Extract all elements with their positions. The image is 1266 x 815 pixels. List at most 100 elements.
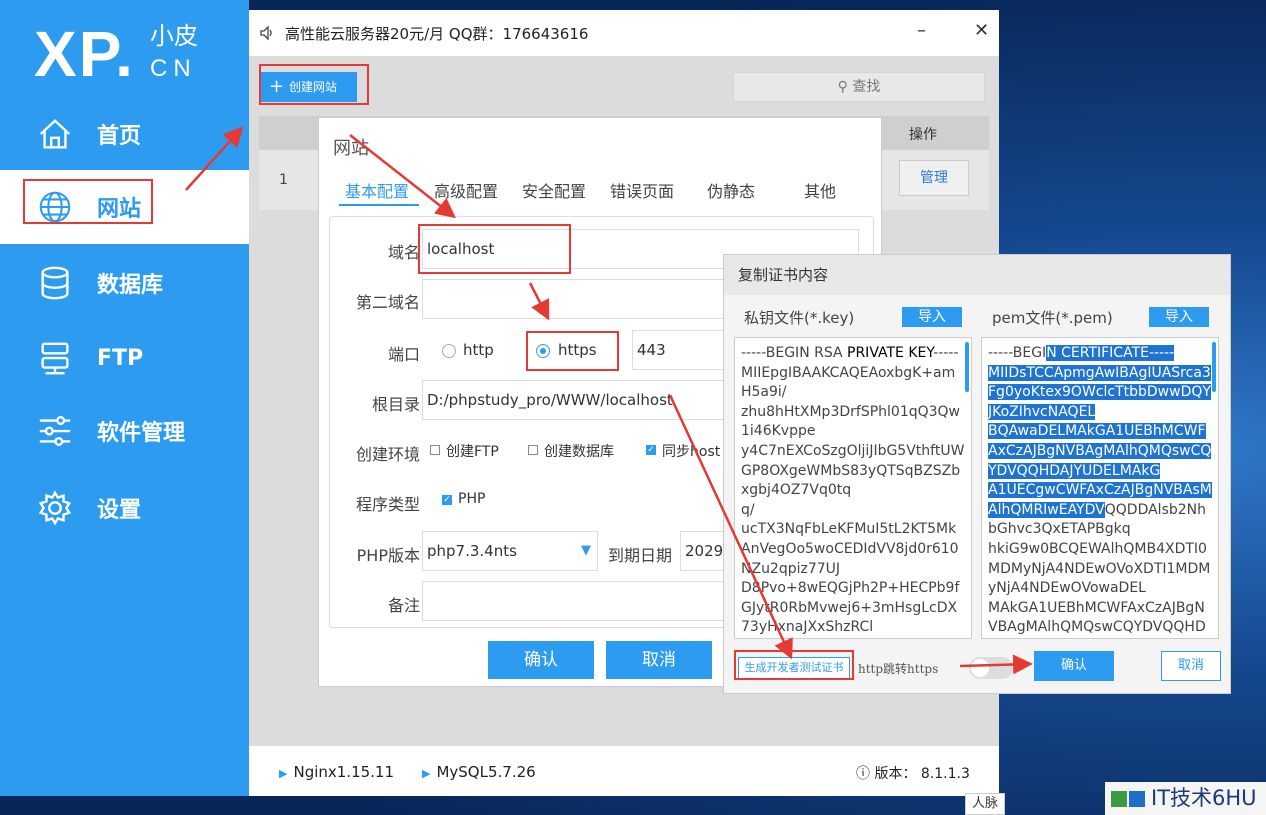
sync-host-label: 同步host [662, 444, 721, 460]
logo-cn-bottom: CN [150, 55, 197, 82]
cert-confirm-button[interactable]: 确认 [1034, 651, 1114, 681]
mysql-label: MySQL5.7.26 [436, 763, 536, 781]
key-suffix: ----- [933, 345, 959, 361]
certificate-dialog: 复制证书内容 私钥文件(*.key) 导入 pem文件(*.pem) 导入 --… [723, 254, 1231, 694]
pem-selected-text: N CERTIFICATE----- MIIDsTCCApmgAwIBAgIUA… [988, 345, 1212, 518]
sliders-icon [39, 416, 71, 446]
http-radio[interactable] [442, 344, 456, 358]
expire-input[interactable]: 2029- [680, 531, 728, 571]
sidebar-item-settings[interactable]: 设置 [0, 471, 249, 545]
window-title: 高性能云服务器20元/月 QQ群：176643616 [285, 25, 589, 43]
import-key-button[interactable]: 导入 [902, 307, 962, 327]
note-input[interactable] [422, 581, 727, 621]
tab-advanced[interactable]: 高级配置 [434, 178, 498, 202]
sidebar-item-software[interactable]: 软件管理 [0, 394, 249, 468]
watermark-text: IT技术6HU [1151, 786, 1257, 810]
close-button[interactable]: ✕ [974, 20, 989, 41]
import-pem-button[interactable]: 导入 [1149, 307, 1209, 327]
logo-cn-top: 小皮 [150, 23, 198, 50]
home-icon [39, 119, 71, 149]
key-body: MIIEpgIBAAKCAQEAoxbgK+amH5a9i/ zhu8hHtXM… [741, 364, 965, 636]
sync-host-checkbox[interactable]: ✓ [646, 445, 656, 455]
php-version-label: PHP版本 [356, 546, 420, 565]
second-domain-label: 第二域名 [355, 293, 420, 312]
create-db-checkbox[interactable] [528, 445, 538, 455]
php-label: PHP [458, 491, 486, 507]
speaker-icon [260, 25, 272, 41]
program-type-label: 程序类型 [355, 495, 420, 514]
expire-label: 到期日期 [608, 546, 673, 565]
annotation-box-https [526, 331, 619, 371]
title-bar: 高性能云服务器20元/月 QQ群：176643616 – ✕ [249, 10, 999, 56]
status-bar: ▶ Nginx1.15.11 ▶ MySQL5.7.26 ⓘ 版本： 8.1.1.3 [249, 746, 999, 796]
sidebar-item-label: 首页 [97, 124, 142, 149]
column-action: 操作 [909, 127, 937, 143]
root-input[interactable]: D:/phpstudy_pro/WWW/localhost [422, 380, 727, 420]
row-index: 1 [279, 172, 288, 188]
port-input[interactable]: 443 [632, 330, 732, 370]
sidebar-item-home[interactable]: 首页 [0, 97, 249, 171]
root-label: 根目录 [371, 395, 420, 414]
cert-cancel-button[interactable]: 取消 [1161, 651, 1221, 681]
sidebar-item-ftp[interactable]: FTP [0, 321, 249, 395]
scrollbar[interactable] [965, 342, 969, 392]
port-label: 端口 [387, 345, 420, 364]
tab-security[interactable]: 安全配置 [522, 178, 586, 202]
pem-prefix: -----BEGI [988, 345, 1047, 361]
manage-button[interactable]: 管理 [899, 160, 969, 196]
cancel-button[interactable]: 取消 [606, 641, 712, 679]
watermark: IT技术6HU [1105, 782, 1266, 815]
redirect-label: http跳转https [858, 662, 939, 676]
scrollbar[interactable] [1212, 342, 1216, 392]
nginx-status[interactable]: ▶ Nginx1.15.11 [279, 763, 394, 781]
create-ftp-checkbox[interactable] [430, 445, 440, 455]
nginx-label: Nginx1.15.11 [293, 763, 395, 781]
http-label: http [463, 341, 494, 359]
tab-basic[interactable]: 基本配置 [345, 178, 409, 202]
search-label: 查找 [852, 79, 881, 95]
minimize-button[interactable]: – [917, 20, 926, 41]
php-version-select[interactable]: php7.3.4nts ▼ [422, 531, 598, 571]
key-file-header: 私钥文件(*.key) [744, 309, 855, 327]
search-icon: ⚲ [837, 79, 853, 95]
php-version-value: php7.3.4nts [427, 542, 517, 560]
dropdown-arrow-icon: ▼ [581, 543, 591, 558]
tab-rewrite[interactable]: 伪静态 [707, 178, 755, 202]
php-checkbox[interactable]: ✓ [442, 495, 452, 505]
pem-rest: QQDDAlsb2NhbGhvc3QxETAPBgkq hkiG9w0BCQEW… [988, 501, 1211, 636]
tab-error-pages[interactable]: 错误页面 [610, 178, 674, 202]
pem-textarea[interactable]: -----BEGIN CERTIFICATE----- MIIDsTCCApmg… [981, 337, 1219, 639]
site-dialog-title: 网站 [333, 138, 369, 159]
annotation-box-generate [734, 650, 854, 680]
sidebar-item-label: FTP [97, 345, 144, 371]
sidebar-item-label: 数据库 [97, 273, 164, 298]
renmai-button[interactable]: 人脉 [965, 793, 1005, 815]
logo-cn: 小皮 CN [150, 22, 198, 84]
watermark-logo-icon [1111, 791, 1145, 807]
sidebar: XP. 小皮 CN 首页 网站 数据库 FTP 软件管理 设置 [0, 0, 249, 796]
annotation-box-domain [418, 224, 571, 274]
database-icon [41, 266, 69, 300]
confirm-button[interactable]: 确认 [488, 641, 594, 679]
redirect-toggle[interactable] [969, 657, 1013, 679]
pem-file-header: pem文件(*.pem) [992, 309, 1113, 327]
key-prefix: -----BEGIN RSA [741, 345, 848, 361]
gear-icon [38, 490, 72, 526]
logo: XP. [34, 18, 135, 90]
active-tab-indicator [339, 204, 419, 206]
key-strong: PRIVATE KEY [847, 345, 934, 361]
version-info: ⓘ 版本： 8.1.1.3 [856, 763, 970, 783]
mysql-status[interactable]: ▶ MySQL5.7.26 [422, 763, 536, 781]
info-icon: ⓘ [856, 766, 875, 782]
search-button[interactable]: ⚲ 查找 [733, 72, 985, 102]
key-textarea[interactable]: -----BEGIN RSA PRIVATE KEY----- MIIEpgIBA… [734, 337, 972, 639]
note-label: 备注 [387, 596, 420, 615]
create-db-label: 创建数据库 [544, 444, 614, 460]
create-ftp-label: 创建FTP [446, 444, 499, 460]
sidebar-item-database[interactable]: 数据库 [0, 246, 249, 320]
tab-other[interactable]: 其他 [804, 178, 836, 202]
annotation-box-website [23, 179, 153, 224]
sidebar-item-label: 软件管理 [97, 421, 186, 446]
annotation-box-create [259, 64, 369, 105]
play-icon: ▶ [422, 767, 431, 780]
